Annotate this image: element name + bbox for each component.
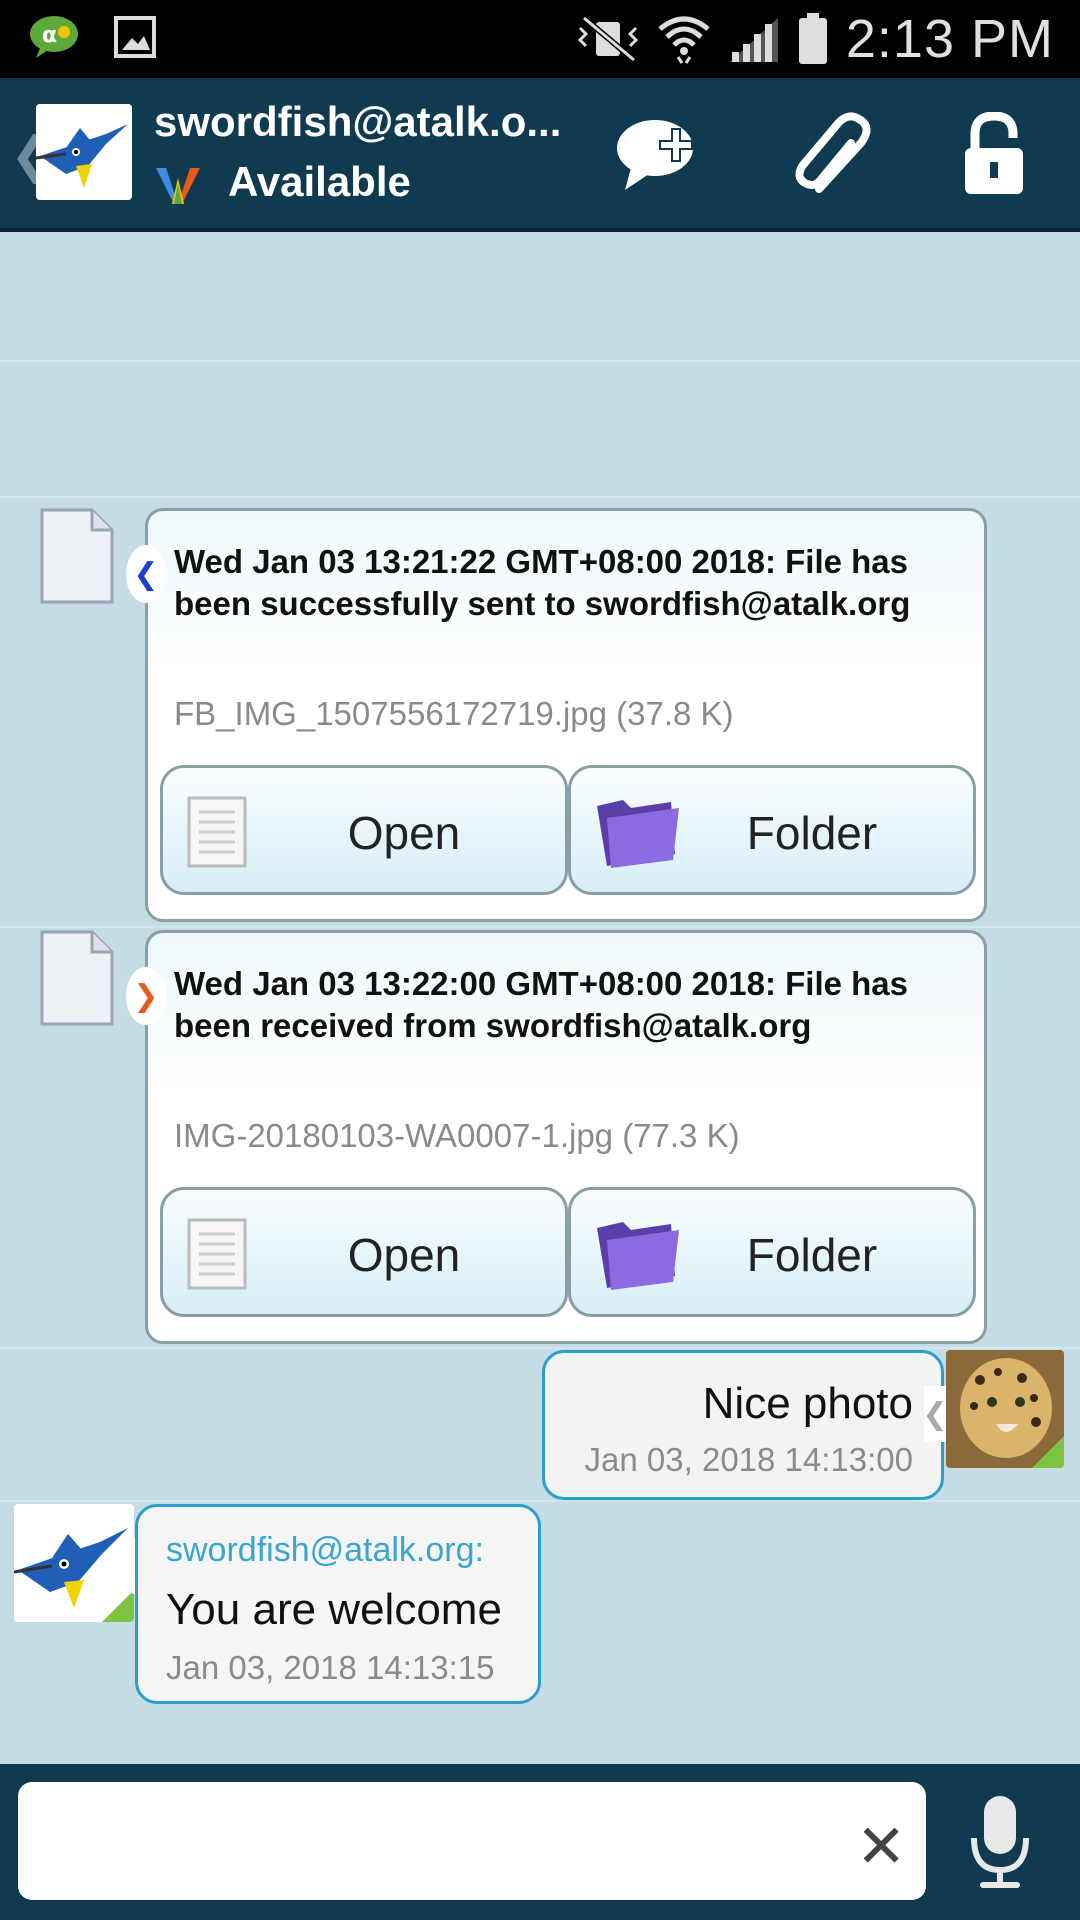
file-transfer-bubble: ❮ Wed Jan 03 13:21:22 GMT+08:00 2018: Fi… [126, 508, 987, 922]
contact-avatar[interactable] [36, 104, 132, 200]
file-transfer-status: Wed Jan 03 13:22:00 GMT+08:00 2018: File… [174, 965, 909, 1044]
file-name: FB_IMG_1507556172719.jpg (37.8 K) [174, 695, 734, 732]
wifi-icon [658, 16, 710, 64]
contact-name: swordfish@atalk.o... [154, 98, 562, 145]
file-name: IMG-20180103-WA0007-1.jpg (77.3 K) [174, 1117, 740, 1154]
voice-record-button[interactable] [966, 1794, 1034, 1899]
message-text: You are welcome [166, 1585, 502, 1634]
message-divider [0, 926, 1080, 928]
open-folder-button[interactable]: Folder [568, 765, 976, 895]
sent-message-bubble[interactable]: Nice photo Jan 03, 2018 14:13:00 [542, 1350, 944, 1500]
folder-button-label: Folder [746, 807, 878, 859]
gallery-notification-icon [114, 16, 156, 58]
encryption-lock-button[interactable] [946, 106, 1042, 202]
message-text: Nice photo [702, 1379, 913, 1428]
signal-icon [729, 18, 778, 62]
microphone-icon [971, 1796, 1029, 1888]
swordfish-avatar-icon [36, 104, 132, 200]
lock-icon [965, 112, 1023, 194]
file-transfer-bubble: ❯ Wed Jan 03 13:22:00 GMT+08:00 2018: Fi… [126, 930, 987, 1344]
bubble-pointer-icon: ❮ [922, 1386, 948, 1442]
message-divider [0, 1500, 1080, 1502]
battery-icon [798, 13, 827, 64]
action-bar: ❮ swordfish@atalk.o... Available [0, 78, 1080, 232]
leopard-avatar-icon [946, 1350, 1064, 1468]
attach-button[interactable] [784, 106, 880, 202]
open-button-label: Open [347, 807, 461, 859]
message-sender: swordfish@atalk.org: [166, 1531, 484, 1569]
message-divider [0, 1347, 1080, 1349]
presence-status-icon [156, 168, 200, 204]
message-timestamp: Jan 03, 2018 14:13:00 [584, 1441, 913, 1478]
chat-add-icon [617, 120, 693, 190]
message-timestamp: Jan 03, 2018 14:13:15 [166, 1649, 495, 1686]
message-input[interactable] [18, 1782, 926, 1900]
status-bar: α 2:13 PM [0, 0, 1080, 78]
folder-button-label: Folder [746, 1229, 878, 1281]
clear-text-icon[interactable]: ✕ [856, 1812, 906, 1882]
status-time: 2:13 PM [845, 9, 1054, 69]
presence-status: Available [228, 158, 411, 205]
peer-avatar[interactable] [14, 1504, 134, 1622]
message-divider [0, 360, 1080, 362]
swordfish-avatar-icon [14, 1504, 134, 1622]
message-divider [0, 496, 1080, 498]
received-message-bubble[interactable]: swordfish@atalk.org: You are welcome Jan… [135, 1504, 541, 1704]
atalk-notification-icon: α [30, 16, 78, 58]
incoming-arrow-icon: ❯ [126, 967, 166, 1025]
file-transfer-status: Wed Jan 03 13:21:22 GMT+08:00 2018: File… [174, 543, 911, 622]
paperclip-icon [795, 112, 871, 193]
open-file-button[interactable]: Open [160, 1187, 568, 1317]
compose-bar: ✕ [0, 1764, 1080, 1920]
open-folder-button[interactable]: Folder [568, 1187, 976, 1317]
vibrate-mute-icon [577, 16, 639, 62]
file-icon [40, 930, 114, 1026]
svg-text:α: α [42, 23, 57, 48]
outgoing-arrow-icon: ❮ [126, 545, 166, 603]
my-avatar[interactable] [946, 1350, 1064, 1468]
open-file-button[interactable]: Open [160, 765, 568, 895]
open-button-label: Open [347, 1229, 461, 1281]
file-icon [40, 508, 114, 604]
new-chat-button[interactable] [612, 106, 708, 202]
